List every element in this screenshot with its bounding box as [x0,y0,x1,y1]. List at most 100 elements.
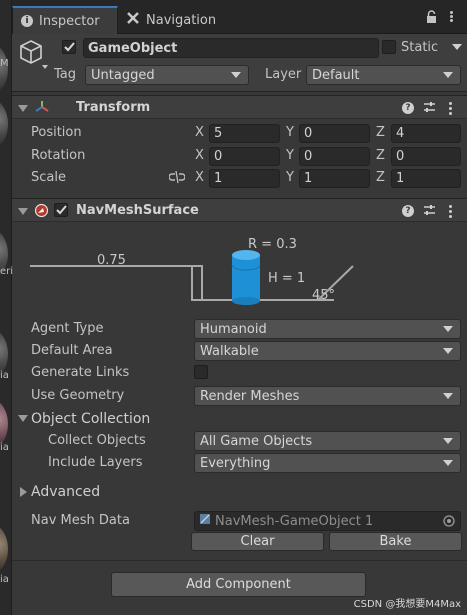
bake-button[interactable]: Bake [329,532,462,551]
include-layers-value: Everything [200,455,271,471]
asset-thumbnail[interactable] [0,520,12,578]
agent-type-value: Humanoid [200,321,267,337]
generate-links-checkbox[interactable] [194,365,208,379]
inspector-tab-bar: i Inspector Navigation [12,0,467,34]
asset-label: ia [0,574,9,585]
navmeshsurface-header[interactable]: NavMeshSurface ? [12,198,467,222]
scale-x-field[interactable]: 1 [209,169,280,188]
gameobject-cube-icon[interactable] [18,38,48,70]
info-icon: i [21,15,33,27]
chevron-down-icon [443,326,453,332]
kebab-menu-icon[interactable] [445,10,457,23]
position-x-field[interactable]: 5 [209,124,280,143]
include-layers-dropdown[interactable]: Everything [194,453,461,473]
use-geometry-dropdown[interactable]: Render Meshes [194,386,461,406]
divider [12,560,467,561]
help-icon[interactable]: ? [402,102,414,114]
use-geometry-label: Use Geometry [31,388,125,403]
static-dropdown-arrow-icon[interactable] [452,44,462,50]
layer-value: Default [312,67,360,83]
lock-icon[interactable] [426,10,437,23]
generate-links-label: Generate Links [31,365,130,380]
clear-button[interactable]: Clear [191,532,324,551]
asset-thumbnail[interactable] [0,40,12,98]
axis-y-label: Y [286,125,294,140]
foldout-arrow-icon[interactable] [18,415,28,422]
kebab-menu-icon[interactable] [449,102,452,115]
rotation-label: Rotation [31,148,86,163]
chevron-down-icon [231,72,241,78]
add-component-button[interactable]: Add Component [111,572,366,597]
scale-y-field[interactable]: 1 [299,169,370,188]
scale-label: Scale [31,170,66,185]
position-y-field[interactable]: 0 [299,124,370,143]
transform-header[interactable]: Transform ? [12,95,467,119]
collect-objects-value: All Game Objects [200,433,313,449]
preset-icon[interactable] [423,101,436,118]
gameobject-name-field[interactable]: GameObject [83,38,379,58]
gameobject-active-checkbox[interactable] [62,40,76,54]
transform-title: Transform [76,100,151,115]
position-z-field[interactable]: 4 [391,124,461,143]
collect-objects-dropdown[interactable]: All Game Objects [194,431,461,451]
tab-inspector-label: Inspector [39,13,100,29]
agent-radius-label: R = 0.3 [248,237,297,252]
asset-label: ia [0,370,9,381]
agent-settings-diagram: 0.75 R = 0.3 H = 1 45° [12,224,467,316]
advanced-foldout[interactable]: Advanced [31,484,100,500]
navigation-icon [126,11,140,29]
axis-z-label: Z [376,170,385,185]
preset-icon[interactable] [423,204,436,221]
foldout-arrow-icon[interactable] [18,208,28,215]
rotation-x-field[interactable]: 0 [209,147,280,166]
max-slope-label: 45° [312,288,336,303]
object-collection-foldout[interactable]: Object Collection [31,411,150,427]
tab-inspector[interactable]: i Inspector [12,6,118,34]
axis-y-label: Y [286,148,294,163]
use-geometry-value: Render Meshes [200,388,300,404]
unlink-scale-icon[interactable] [168,170,186,188]
foldout-arrow-icon[interactable] [20,487,27,497]
tab-navigation[interactable]: Navigation [118,6,238,34]
navmesh-asset-icon [199,513,211,529]
static-label: Static [401,40,439,55]
scale-z-field[interactable]: 1 [391,169,461,188]
agent-type-label: Agent Type [31,321,104,336]
step-height-label: 0.75 [97,253,126,268]
tag-dropdown[interactable]: Untagged [85,65,249,85]
navmeshsurface-enabled-checkbox[interactable] [54,203,68,217]
chevron-down-icon [443,460,453,466]
help-icon[interactable]: ? [402,205,414,217]
tag-label: Tag [54,67,77,82]
axis-x-label: X [195,170,204,185]
position-label: Position [31,125,82,140]
chevron-down-icon [443,393,453,399]
layer-label: Layer [265,67,302,82]
agent-type-dropdown[interactable]: Humanoid [194,319,461,339]
object-picker-icon[interactable] [443,515,455,531]
nav-mesh-data-label: Nav Mesh Data [31,513,130,528]
foldout-arrow-icon[interactable] [18,105,28,112]
default-area-dropdown[interactable]: Walkable [194,341,461,361]
kebab-menu-icon[interactable] [449,205,452,218]
nav-mesh-data-field[interactable]: NavMesh-GameObject 1 [194,511,461,531]
default-area-label: Default Area [31,343,113,358]
rotation-y-field[interactable]: 0 [299,147,370,166]
gameobject-header: GameObject Static Tag Untagged Layer Def… [12,34,467,92]
transform-icon [34,99,50,119]
layer-dropdown[interactable]: Default [306,65,461,85]
static-checkbox[interactable] [382,40,396,54]
default-area-value: Walkable [200,343,259,359]
axis-x-label: X [195,125,204,140]
rotation-z-field[interactable]: 0 [391,147,461,166]
asset-label: M [0,58,9,69]
tag-value: Untagged [91,67,155,83]
asset-thumbnail[interactable] [0,95,12,153]
collect-objects-label: Collect Objects [48,433,146,448]
nav-mesh-data-value: NavMesh-GameObject 1 [215,513,374,529]
chevron-down-icon [443,348,453,354]
navmesh-component-icon [34,203,49,222]
axis-x-label: X [195,148,204,163]
chevron-down-icon [443,72,453,78]
watermark: CSDN @我想要M4Max [353,599,461,610]
